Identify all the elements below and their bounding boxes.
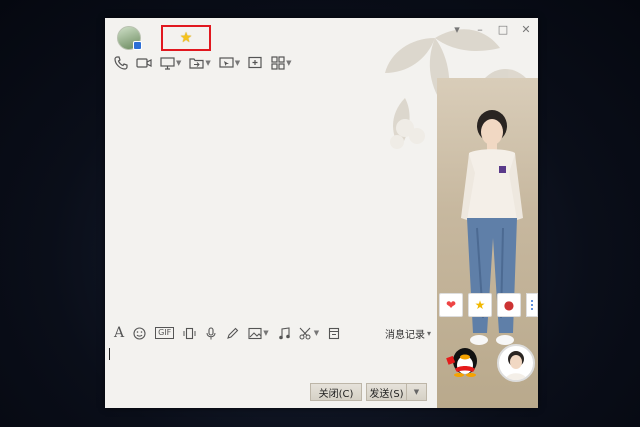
screen-share-icon: [160, 57, 175, 70]
gift-heart-button[interactable]: ❤: [439, 293, 463, 317]
file-transfer-button[interactable]: ▼: [186, 54, 213, 72]
chat-toolbar: ▼ ▼ ▼ ▼: [111, 54, 295, 72]
shake-button[interactable]: [180, 325, 199, 341]
contact-avatar[interactable]: [117, 26, 142, 50]
chevron-down-icon[interactable]: ▼: [205, 59, 210, 67]
chevron-down-icon: ▾: [426, 328, 431, 338]
message-history-button[interactable]: 消息记录 ▾: [385, 326, 431, 341]
star-icon: ★: [474, 298, 486, 312]
chevron-down-icon[interactable]: ▼: [235, 59, 240, 67]
history-file-button[interactable]: [325, 325, 343, 341]
handwrite-icon: [227, 327, 239, 339]
message-history-label: 消息记录: [384, 329, 425, 341]
more-options-button[interactable]: [526, 293, 538, 317]
more-dots-icon: [531, 300, 533, 302]
menu-icon[interactable]: ▾: [451, 23, 463, 36]
chevron-down-icon[interactable]: ▼: [286, 59, 291, 67]
handwrite-button[interactable]: [223, 325, 242, 341]
music-button[interactable]: [275, 325, 293, 341]
emoji-button[interactable]: [130, 325, 149, 341]
file-transfer-icon: [189, 58, 204, 69]
send-button[interactable]: 发送(S): [366, 383, 406, 401]
my-avatar[interactable]: [497, 344, 535, 382]
user-avatar-image: [505, 351, 527, 380]
qq-penguin-icon[interactable]: [445, 343, 481, 377]
gif-button[interactable]: GIF: [152, 325, 177, 341]
screenshot-button[interactable]: ▼: [296, 325, 322, 341]
gif-icon: GIF: [155, 327, 175, 339]
image-button[interactable]: ▼: [245, 325, 271, 341]
bag-icon: ●: [503, 298, 515, 312]
heart-icon: ❤: [445, 298, 457, 312]
phone-button[interactable]: [111, 54, 131, 72]
remote-desktop-icon: [219, 57, 234, 68]
chevron-down-icon: ▼: [413, 388, 420, 396]
minimize-icon[interactable]: –: [474, 23, 486, 36]
voice-icon: [206, 326, 216, 339]
font-button[interactable]: A: [111, 325, 127, 341]
input-toolbar: A GIF ▼ ▼ 消息记录 ▾: [111, 325, 431, 341]
video-icon: [136, 58, 152, 68]
apps-icon: [271, 56, 285, 70]
apps-button[interactable]: ▼: [268, 54, 294, 72]
maximize-icon[interactable]: □: [497, 23, 509, 36]
send-options-dropdown[interactable]: ▼: [406, 383, 427, 401]
remote-desktop-button[interactable]: ▼: [216, 54, 243, 72]
chat-window: ★ ▾ – □ ✕ ▼ ▼ ▼ ▼ ❤ ★ ● A GIF ▼ ▼ 消息记录 ▾…: [105, 18, 538, 408]
font-icon: A: [114, 325, 125, 341]
window-controls: ▾ – □ ✕: [451, 23, 532, 36]
show-actions: ❤ ★ ●: [439, 293, 538, 317]
history-icon: [329, 327, 340, 339]
screen-share-button[interactable]: ▼: [157, 54, 184, 72]
chevron-down-icon[interactable]: ▼: [263, 329, 268, 337]
add-member-icon: [248, 56, 262, 69]
message-input[interactable]: [105, 343, 435, 379]
chevron-down-icon[interactable]: ▼: [176, 59, 181, 67]
music-icon: [278, 326, 290, 339]
bag-button[interactable]: ●: [497, 293, 521, 317]
message-area[interactable]: [105, 78, 435, 318]
text-cursor: [109, 348, 110, 360]
add-member-button[interactable]: [245, 54, 266, 72]
chevron-down-icon[interactable]: ▼: [314, 329, 319, 337]
screenshot-icon: [299, 327, 311, 339]
close-button[interactable]: 关闭(C): [310, 383, 362, 401]
shake-icon: [183, 327, 196, 339]
voice-button[interactable]: [202, 325, 220, 341]
video-call-button[interactable]: [133, 54, 155, 72]
close-icon[interactable]: ✕: [520, 23, 532, 36]
phone-icon: [114, 56, 128, 70]
emoji-icon: [133, 326, 146, 340]
star-icon[interactable]: ★: [180, 31, 193, 45]
image-icon: [248, 327, 262, 339]
favorite-star-highlight[interactable]: ★: [161, 25, 211, 51]
magic-star-button[interactable]: ★: [468, 293, 492, 317]
device-status-icon: [133, 41, 142, 50]
